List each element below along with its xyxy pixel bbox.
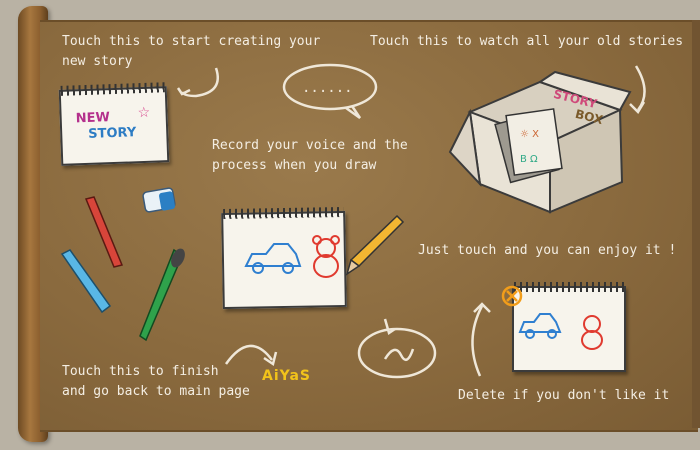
notebook-spiral bbox=[223, 206, 344, 220]
arrow-to-story-box-icon bbox=[629, 65, 646, 115]
arrow-to-delete-icon bbox=[471, 302, 491, 377]
crayon-blue-icon bbox=[60, 249, 112, 314]
svg-text:......: ...... bbox=[302, 80, 353, 96]
pencil-icon bbox=[345, 214, 405, 276]
new-story-label-line1: NEW bbox=[75, 110, 111, 127]
new-story-label-line2: STORY bbox=[88, 125, 137, 142]
car-drawing-icon bbox=[518, 313, 562, 339]
delete-icon[interactable] bbox=[500, 284, 524, 308]
board-edge bbox=[692, 20, 700, 428]
finish-logo-button[interactable]: AiYaS bbox=[262, 368, 311, 384]
hint-old-stories: Touch this to watch all your old stories bbox=[370, 34, 684, 49]
tutorial-overlay: Touch this to start creating your new st… bbox=[0, 0, 700, 450]
teddy-bear-drawing-icon bbox=[312, 235, 340, 278]
svg-text:Β Ω: Β Ω bbox=[520, 154, 538, 165]
notebook-spiral bbox=[514, 282, 624, 292]
paintbrush-icon bbox=[139, 248, 185, 342]
finish-logo-text: AiYaS bbox=[262, 368, 312, 384]
teddy-bear-drawing-icon bbox=[581, 315, 603, 350]
svg-text:☼ X: ☼ X bbox=[520, 129, 539, 140]
hint-enjoy: Just touch and you can enjoy it ! bbox=[418, 243, 677, 258]
star-icon: ☆ bbox=[137, 104, 151, 122]
speech-bubble-squiggle bbox=[357, 318, 437, 379]
new-story-button[interactable]: NEW STORY ☆ bbox=[58, 82, 170, 166]
arrow-to-new-story-icon bbox=[176, 67, 219, 98]
story-box-button[interactable]: ☼ X Β Ω bbox=[448, 70, 640, 222]
eraser-icon bbox=[142, 187, 176, 213]
hint-record: Record your voice and the process when y… bbox=[212, 138, 408, 173]
speech-bubble-dots: ...... bbox=[282, 63, 378, 120]
hint-delete: Delete if you don't like it bbox=[458, 388, 670, 403]
